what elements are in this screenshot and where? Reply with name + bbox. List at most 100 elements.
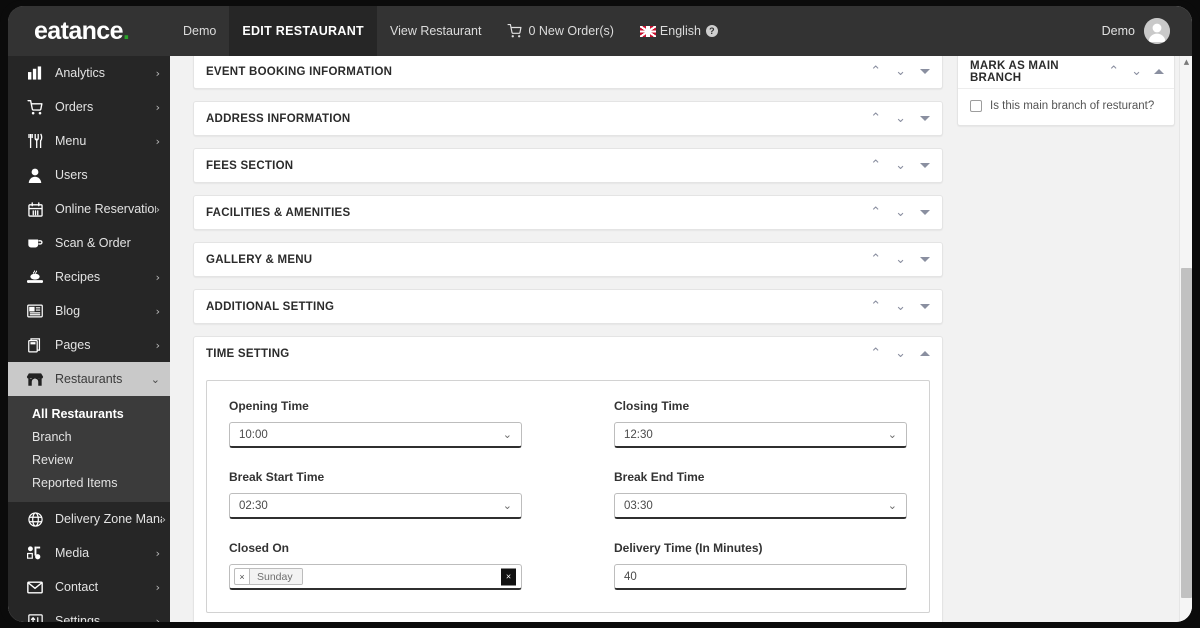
expand-toggle-icon[interactable] — [920, 116, 930, 121]
expand-toggle-icon[interactable] — [920, 210, 930, 215]
break-start-time-select[interactable]: 02:30 ⌄ — [229, 493, 522, 519]
sidebar-subitem-reported-items[interactable]: Reported Items — [8, 471, 170, 494]
media-icon — [24, 544, 46, 562]
uk-flag-icon — [639, 25, 656, 37]
panel-header[interactable]: EVENT BOOKING INFORMATION ⌃ ⌄ — [194, 56, 942, 88]
field-label: Break Start Time — [229, 470, 325, 484]
panel-facilities-amenities: FACILITIES & AMENITIES ⌃ ⌄ — [193, 195, 943, 230]
move-down-icon[interactable]: ⌄ — [895, 159, 906, 172]
move-down-icon[interactable]: ⌄ — [895, 253, 906, 266]
move-up-icon[interactable]: ⌃ — [870, 159, 881, 172]
sidebar-item-contact[interactable]: Contact › — [8, 570, 170, 604]
sidebar-item-orders[interactable]: Orders › — [8, 90, 170, 124]
expand-toggle-icon[interactable] — [920, 257, 930, 262]
main-branch-checkbox-row[interactable]: Is this main branch of resturant? — [970, 100, 1162, 112]
panel-header[interactable]: ADDITIONAL SETTING ⌃ ⌄ — [194, 290, 942, 323]
move-down-icon[interactable]: ⌄ — [895, 65, 906, 78]
sidebar-item-restaurants[interactable]: Restaurants ⌄ — [8, 362, 170, 396]
move-down-icon[interactable]: ⌄ — [895, 347, 906, 360]
move-up-icon[interactable]: ⌃ — [1108, 65, 1119, 78]
panel-header[interactable]: MARK AS MAIN BRANCH ⌃ ⌄ — [958, 56, 1174, 88]
panel-header[interactable]: FACILITIES & AMENITIES ⌃ ⌄ — [194, 196, 942, 229]
topnav-item-edit-restaurant[interactable]: EDIT RESTAURANT — [229, 6, 377, 56]
sidebar-subitem-all-restaurants[interactable]: All Restaurants — [8, 402, 170, 425]
collapse-toggle-icon[interactable] — [1154, 69, 1164, 74]
chevron-down-icon: ⌄ — [887, 498, 897, 512]
sidebar-subitem-label: Review — [32, 452, 73, 467]
avatar[interactable] — [1144, 18, 1170, 44]
remove-tag-icon[interactable]: × — [235, 569, 250, 584]
move-up-icon[interactable]: ⌃ — [870, 347, 881, 360]
expand-toggle-icon[interactable] — [920, 304, 930, 309]
chevron-right-icon: › — [161, 512, 166, 526]
field-closed-on: Closed On × Sunday × — [229, 541, 522, 590]
chevron-right-icon: › — [155, 270, 160, 284]
clear-all-icon[interactable]: × — [501, 568, 516, 585]
sidebar-subitem-review[interactable]: Review — [8, 448, 170, 471]
panel-header[interactable]: TIME SETTING ⌃ ⌄ — [194, 337, 942, 370]
collapse-toggle-icon[interactable] — [920, 351, 930, 356]
sidebar-item-settings[interactable]: Settings › — [8, 604, 170, 622]
panel-actions: ⌃ ⌄ — [1108, 65, 1164, 78]
globe-icon — [24, 510, 46, 528]
topnav-item-new-orders[interactable]: 0 New Order(s) — [494, 6, 626, 56]
panel-title: TIME SETTING — [206, 347, 290, 360]
page-scrollbar[interactable]: ▲ — [1179, 56, 1192, 622]
sidebar-item-label: Orders — [55, 100, 94, 114]
opening-time-value: 10:00 — [239, 428, 268, 441]
sidebar-subitem-branch[interactable]: Branch — [8, 425, 170, 448]
sidebar-item-scan-and-order[interactable]: Scan & Order — [8, 226, 170, 260]
scrollbar-thumb[interactable] — [1181, 268, 1192, 598]
panel-header[interactable]: ADDRESS INFORMATION ⌃ ⌄ — [194, 102, 942, 135]
closing-time-select[interactable]: 12:30 ⌄ — [614, 422, 907, 448]
move-up-icon[interactable]: ⌃ — [870, 300, 881, 313]
move-up-icon[interactable]: ⌃ — [870, 206, 881, 219]
sidebar-item-delivery-zone-manager[interactable]: Delivery Zone Manager › — [8, 502, 170, 536]
top-navigation: Demo EDIT RESTAURANT View Restaurant 0 N… — [170, 6, 731, 56]
panel-header[interactable]: FEES SECTION ⌃ ⌄ — [194, 149, 942, 182]
device-frame: eatance. Demo EDIT RESTAURANT View Resta… — [0, 0, 1200, 628]
move-up-icon[interactable]: ⌃ — [870, 253, 881, 266]
topnav-item-view-restaurant[interactable]: View Restaurant — [377, 6, 495, 56]
scroll-up-arrow-icon[interactable]: ▲ — [1180, 56, 1192, 68]
closing-time-value: 12:30 — [624, 428, 653, 441]
sidebar-item-menu[interactable]: Menu › — [8, 124, 170, 158]
field-break-end-time: Break End Time 03:30 ⌄ — [614, 470, 907, 519]
sidebar-item-pages[interactable]: Pages › — [8, 328, 170, 362]
sidebar-subitem-label: Reported Items — [32, 475, 118, 490]
chevron-right-icon: › — [155, 614, 160, 623]
sidebar-item-online-reservation[interactable]: Online Reservation › — [8, 192, 170, 226]
main-branch-checkbox[interactable] — [970, 100, 982, 112]
move-down-icon[interactable]: ⌄ — [895, 300, 906, 313]
sidebar-item-analytics[interactable]: Analytics › — [8, 56, 170, 90]
move-down-icon[interactable]: ⌄ — [1131, 65, 1142, 78]
selected-tag: × Sunday — [234, 568, 303, 585]
opening-time-select[interactable]: 10:00 ⌄ — [229, 422, 522, 448]
field-label: Opening Time — [229, 399, 309, 413]
sidebar-item-users[interactable]: Users — [8, 158, 170, 192]
topnav-item-language[interactable]: English ? — [627, 6, 731, 56]
help-icon[interactable]: ? — [705, 25, 718, 37]
delivery-time-input[interactable]: 40 — [614, 564, 907, 590]
closed-on-multiselect[interactable]: × Sunday × — [229, 564, 522, 590]
move-down-icon[interactable]: ⌄ — [895, 206, 906, 219]
sidebar-item-label: Blog — [55, 304, 81, 318]
expand-toggle-icon[interactable] — [920, 69, 930, 74]
sidebar-item-blog[interactable]: Blog › — [8, 294, 170, 328]
cutlery-icon — [24, 132, 46, 150]
topnav-item-demo[interactable]: Demo — [170, 6, 229, 56]
move-down-icon[interactable]: ⌄ — [895, 112, 906, 125]
move-up-icon[interactable]: ⌃ — [870, 65, 881, 78]
chevron-right-icon: › — [155, 304, 160, 318]
sidebar-item-media[interactable]: Media › — [8, 536, 170, 570]
expand-toggle-icon[interactable] — [920, 163, 930, 168]
break-end-time-select[interactable]: 03:30 ⌄ — [614, 493, 907, 519]
panel-actions: ⌃ ⌄ — [870, 300, 930, 313]
newspaper-icon — [24, 302, 46, 320]
move-up-icon[interactable]: ⌃ — [870, 112, 881, 125]
top-bar: eatance. Demo EDIT RESTAURANT View Resta… — [8, 6, 1192, 56]
brand-logo[interactable]: eatance. — [8, 6, 170, 56]
panel-title: ADDITIONAL SETTING — [206, 300, 335, 313]
sidebar-item-recipes[interactable]: Recipes › — [8, 260, 170, 294]
panel-header[interactable]: GALLERY & MENU ⌃ ⌄ — [194, 243, 942, 276]
